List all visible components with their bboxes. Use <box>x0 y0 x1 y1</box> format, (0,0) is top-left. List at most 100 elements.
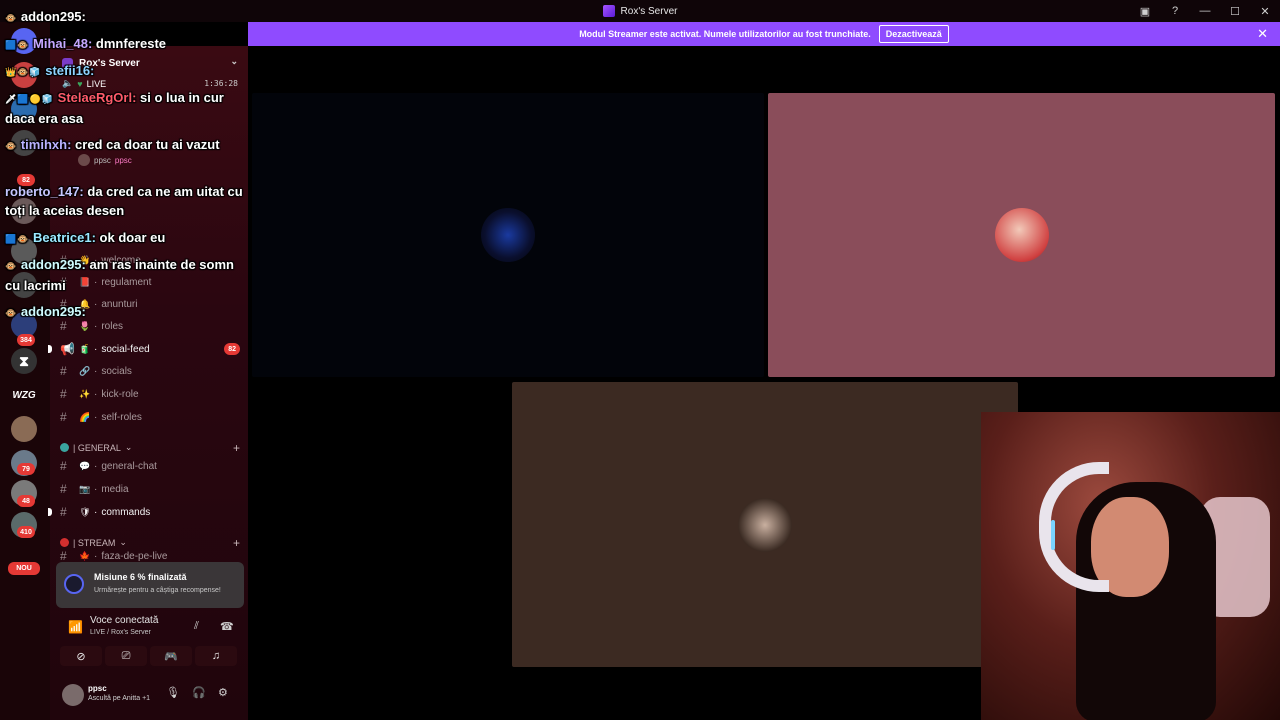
chat-badges: 🐵 <box>5 261 18 271</box>
headphones-icon[interactable]: 🎧 <box>192 686 206 699</box>
megaphone-icon: 📢 <box>60 342 75 356</box>
close-window-button[interactable]: ✕ <box>1250 0 1280 22</box>
channel-emoji: ✨ <box>79 388 91 399</box>
noise-suppression-icon[interactable]: ⫽ <box>194 620 199 633</box>
server-icon[interactable]: WZG <box>11 382 37 408</box>
hash-icon: # <box>60 410 67 424</box>
voice-status-subtitle[interactable]: LIVE / Rox's Server <box>90 629 151 636</box>
channel-emoji: 📷 <box>79 483 91 494</box>
channel-social-feed[interactable]: 📢 🧃 · social-feed 82 <box>48 339 240 359</box>
channel-general-chat[interactable]: # 💬 · general-chat <box>60 456 240 476</box>
channel-label: general-chat <box>101 460 157 472</box>
chevron-down-icon: ⌄ <box>119 537 127 547</box>
chat-username: timihxh: <box>20 137 72 152</box>
avatar[interactable] <box>62 684 84 706</box>
minimize-button[interactable]: — <box>1190 0 1220 22</box>
disconnect-icon[interactable]: ☎ <box>220 620 234 633</box>
unread-badge: 384 <box>17 334 35 346</box>
stream-chat-overlay: 🐵 addon295: 🟦🐵 Mihai_48: dmnfereste 👑🐵🧊 … <box>0 0 248 330</box>
participant-avatar <box>994 208 1049 262</box>
chat-badges: 🐵 <box>5 308 18 318</box>
category-dot-icon <box>60 538 69 547</box>
channel-socials[interactable]: # 🔗 · socials <box>60 361 240 381</box>
mission-icon <box>64 574 84 594</box>
channel-emoji: 💬 <box>79 460 91 471</box>
chat-badges: 🐵 <box>5 13 18 23</box>
user-name[interactable]: ppsc <box>88 684 107 693</box>
hash-icon: # <box>60 364 67 378</box>
chat-badges: 🟦🐵 <box>5 40 30 50</box>
banner-text: Modul Streamer este activat. Numele util… <box>579 29 871 39</box>
category-label: | STREAM <box>73 537 116 548</box>
unread-indicator <box>48 508 52 516</box>
channel-faza-de-pe-live[interactable]: # 🍁 · faza-de-pe-live <box>60 550 240 562</box>
chat-message: 🐵 addon295: <box>5 302 245 323</box>
screen-share-button[interactable]: ⎚ <box>105 646 147 666</box>
help-icon[interactable]: ? <box>1160 0 1190 22</box>
chat-text: ok doar eu <box>99 230 166 245</box>
microphone-icon[interactable]: 🎙 <box>166 686 180 699</box>
server-logo-icon <box>602 5 615 17</box>
streamer-mode-banner: Modul Streamer este activat. Numele util… <box>248 22 1280 46</box>
channel-emoji: 🧃 <box>79 343 91 354</box>
channel-emoji: 🍁 <box>79 550 91 561</box>
hourglass-icon[interactable]: ⧗ <box>11 348 37 374</box>
activities-button[interactable]: 🎮 <box>150 646 192 666</box>
mission-subtitle: Urmărește pentru a câștiga recompense! <box>94 587 221 594</box>
chat-username: stefii16: <box>45 63 95 78</box>
category-dot-icon <box>60 443 69 452</box>
category-stream[interactable]: | STREAM ⌄ + <box>60 536 240 550</box>
channel-emoji: 🌈 <box>79 411 91 422</box>
channel-kick-role[interactable]: # ✨ · kick-role <box>60 384 240 404</box>
signal-icon: 📶 <box>68 620 83 634</box>
channel-label: self-roles <box>101 411 142 423</box>
server-icon[interactable] <box>11 416 37 442</box>
user-panel: ppsc Ascultă pe Anitta +1 🎙 🎧 ⚙ <box>50 676 248 720</box>
chat-message: 👑🐵🧊 stefii16: <box>5 61 245 82</box>
channel-label: media <box>101 483 129 495</box>
gear-icon[interactable]: ⚙ <box>218 686 228 699</box>
window-title: Rox's Server <box>620 5 678 17</box>
hash-icon: # <box>60 459 67 473</box>
channel-label: socials <box>101 365 132 377</box>
channel-label: kick-role <box>101 388 139 400</box>
channel-emoji: 🔗 <box>79 365 91 376</box>
disable-streamer-button[interactable]: Dezactivează <box>878 25 949 43</box>
maximize-button[interactable]: ☐ <box>1220 0 1250 22</box>
hash-icon: # <box>60 482 67 496</box>
mission-card[interactable]: Misiune 6 % finalizată Urmărește pentru … <box>56 562 244 608</box>
chat-text: cred ca doar tu ai vazut <box>75 137 220 152</box>
hash-icon: # <box>60 550 67 562</box>
new-badge: NOU <box>8 562 40 575</box>
chat-badges: 👑🐵🧊 <box>5 67 42 77</box>
unread-badge: 410 <box>17 526 35 538</box>
chat-username: addon295: <box>20 9 86 24</box>
chat-text: dmnfereste <box>95 36 166 51</box>
participant-tile[interactable] <box>512 382 1018 667</box>
headset-icon <box>1039 462 1109 592</box>
inbox-icon[interactable]: ▣ <box>1130 0 1160 22</box>
close-banner-icon[interactable]: ✕ <box>1257 26 1268 42</box>
channel-label: social-feed <box>101 343 150 355</box>
channel-label: commands <box>101 506 151 518</box>
camera-off-button[interactable]: ⊘ <box>60 646 102 666</box>
mention-badge: 82 <box>224 343 240 355</box>
chat-message: 🗡🟦🟡🧊 StelaeRgOrl: si o lua in cur daca e… <box>5 88 245 128</box>
chat-message: 🐵 timihxh: cred ca doar tu ai vazut <box>5 135 245 156</box>
chat-username: roberto_147: <box>5 184 84 199</box>
soundboard-button[interactable]: ♫ <box>195 646 237 666</box>
channel-media[interactable]: # 📷 · media <box>60 479 240 499</box>
voice-status-title[interactable]: Voce conectată <box>90 615 158 626</box>
chat-message: roberto_147: da cred ca ne am uitat cu t… <box>5 182 245 220</box>
category-general[interactable]: | GENERAL ⌄ + <box>60 441 240 455</box>
add-channel-icon[interactable]: + <box>233 441 240 455</box>
channel-self-roles[interactable]: # 🌈 · self-roles <box>60 407 240 427</box>
chat-message: 🐵 addon295: <box>5 7 245 28</box>
channel-emoji: 🛡 <box>79 506 91 517</box>
add-channel-icon[interactable]: + <box>233 536 240 550</box>
participant-tile[interactable] <box>768 93 1275 377</box>
channel-commands[interactable]: # 🛡 · commands <box>48 502 240 522</box>
hash-icon: # <box>60 505 67 519</box>
participant-tile[interactable] <box>252 93 764 377</box>
participant-avatar <box>738 497 792 552</box>
